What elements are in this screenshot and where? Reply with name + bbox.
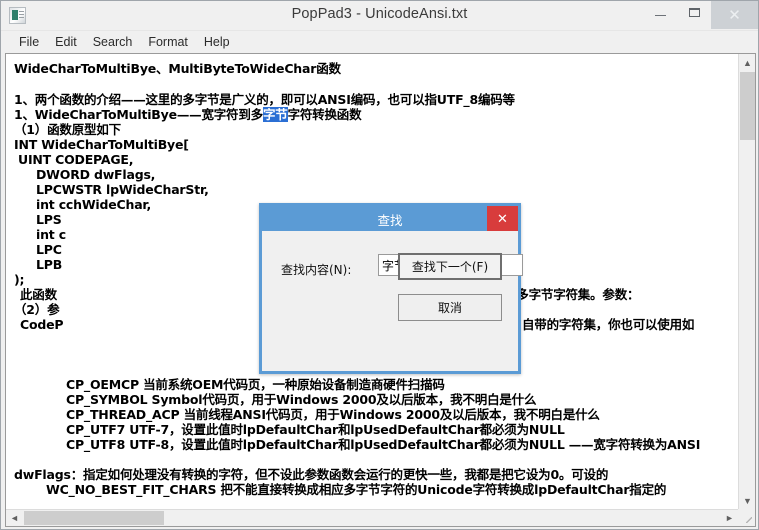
text-line: 1、WideCharToMultiBye——宽字符到多字节字符转换函数 bbox=[14, 107, 362, 122]
menu-item-file[interactable]: File bbox=[11, 34, 47, 51]
find-next-button[interactable]: 查找下一个(F) bbox=[398, 253, 502, 280]
find-dialog-title: 查找 bbox=[377, 214, 403, 228]
text-line: 此函数 bbox=[20, 287, 57, 302]
text-line: CodeP bbox=[20, 317, 64, 332]
scroll-left-icon[interactable]: ◄ bbox=[6, 510, 23, 526]
maximize-button[interactable] bbox=[679, 1, 709, 23]
text-line: LPCWSTR lpWideCharStr, bbox=[36, 182, 209, 197]
text-line: DWORD dwFlags, bbox=[36, 167, 156, 182]
horizontal-scrollbar[interactable]: ◄ ► bbox=[6, 509, 738, 526]
text-line: 1、两个函数的介绍——这里的多字节是广义的，即可以ANSI编码，也可以指UTF_… bbox=[14, 92, 515, 107]
find-dialog: 查找 ✕ 查找内容(N): 查找下一个(F) 取消 bbox=[259, 203, 523, 374]
text-line: int cchWideChar, bbox=[36, 197, 152, 212]
text-line: CP_THREAD_ACP 当前线程ANSI代码页，用于Windows 2000… bbox=[66, 407, 600, 422]
text-line: ); bbox=[14, 272, 25, 287]
scroll-up-icon[interactable]: ▲ bbox=[739, 54, 755, 71]
text-line: WideCharToMultiBye、MultiByteToWideChar函数 bbox=[14, 61, 341, 76]
minimize-button[interactable] bbox=[645, 1, 675, 23]
vertical-scroll-thumb[interactable] bbox=[740, 72, 755, 140]
minimize-icon bbox=[645, 1, 675, 23]
resize-grip[interactable] bbox=[738, 509, 755, 526]
text-line: dwFlags：指定如何处理没有转换的字符，但不设此参数函数会运行的更快一些，我… bbox=[14, 467, 609, 482]
menu-item-format[interactable]: Format bbox=[140, 34, 196, 51]
menu-item-search[interactable]: Search bbox=[85, 34, 141, 51]
text-line: CP_UTF8 UTF-8，设置此值时lpDefaultChar和lpUsedD… bbox=[66, 437, 701, 452]
find-dialog-title-bar: 查找 ✕ bbox=[262, 206, 518, 231]
text-line: LPB bbox=[36, 257, 63, 272]
text-line: UINT CODEPAGE, bbox=[18, 152, 134, 167]
scroll-down-icon[interactable]: ▼ bbox=[739, 492, 755, 509]
selected-text: 字节 bbox=[262, 107, 288, 122]
text-line: CP_UTF7 UTF-7，设置此值时lpDefaultChar和lpUsedD… bbox=[66, 422, 565, 437]
text-line: CP_SYMBOL Symbol代码页，用于Windows 2000及以后版本，… bbox=[66, 392, 537, 407]
text-line: LPS bbox=[36, 212, 62, 227]
maximize-icon bbox=[679, 1, 709, 23]
text-line: INT WideCharToMultiBye[ bbox=[14, 137, 189, 152]
cancel-button[interactable]: 取消 bbox=[398, 294, 502, 321]
text-line: int c bbox=[36, 227, 66, 242]
close-window-button[interactable]: ✕ bbox=[711, 1, 758, 29]
menu-bar: File Edit Search Format Help bbox=[1, 31, 758, 53]
text-line: （1）函数原型如下 bbox=[14, 122, 121, 137]
text-line: （2）参 bbox=[14, 302, 60, 317]
find-dialog-body: 查找内容(N): 查找下一个(F) 取消 bbox=[262, 231, 523, 371]
main-window: PopPad3 - UnicodeAnsi.txt ✕ File Edit Se… bbox=[0, 0, 759, 530]
vertical-scrollbar[interactable]: ▲ ▼ bbox=[738, 54, 755, 509]
find-dialog-close-button[interactable]: ✕ bbox=[487, 206, 518, 231]
text-line: CP_OEMCP 当前系统OEM代码页，一种原始设备制造商硬件扫描码 bbox=[66, 377, 445, 392]
find-input-label: 查找内容(N): bbox=[281, 263, 352, 277]
horizontal-scroll-thumb[interactable] bbox=[24, 511, 164, 525]
menu-item-help[interactable]: Help bbox=[196, 34, 238, 51]
menu-item-edit[interactable]: Edit bbox=[47, 34, 85, 51]
text-line: WC_NO_BEST_FIT_CHARS 把不能直接转换成相应多字节字符的Uni… bbox=[46, 482, 667, 497]
text-line: LPC bbox=[36, 242, 62, 257]
close-icon: ✕ bbox=[728, 7, 741, 24]
text-line: 自带的字符集，你也可以使用如 bbox=[522, 317, 695, 332]
title-bar: PopPad3 - UnicodeAnsi.txt ✕ bbox=[1, 1, 758, 31]
text-line: 是多字节字符集。参数： bbox=[504, 287, 640, 302]
scroll-right-icon[interactable]: ► bbox=[721, 510, 738, 526]
